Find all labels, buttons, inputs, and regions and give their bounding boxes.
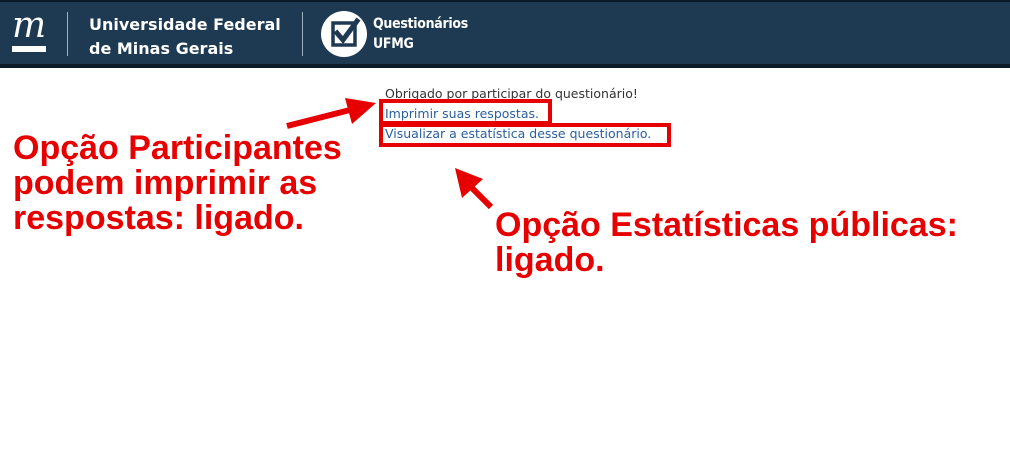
statistics-annotation-line2: ligado. [495, 241, 605, 279]
statistics-option-annotation: Opção Estatísticas públicas: ligado. [495, 208, 958, 278]
participants-annotation-line2: podem imprimir as [13, 164, 318, 202]
arrow-to-stats-link [455, 168, 494, 210]
participants-annotation-line3: respostas: ligado. [13, 199, 304, 237]
arrow-to-print-link [286, 98, 376, 129]
participants-annotation-line1: Opção Participantes [13, 129, 342, 167]
statistics-annotation-line1: Opção Estatísticas públicas: [495, 206, 958, 244]
participants-option-annotation: Opção Participantes podem imprimir as re… [13, 131, 342, 236]
